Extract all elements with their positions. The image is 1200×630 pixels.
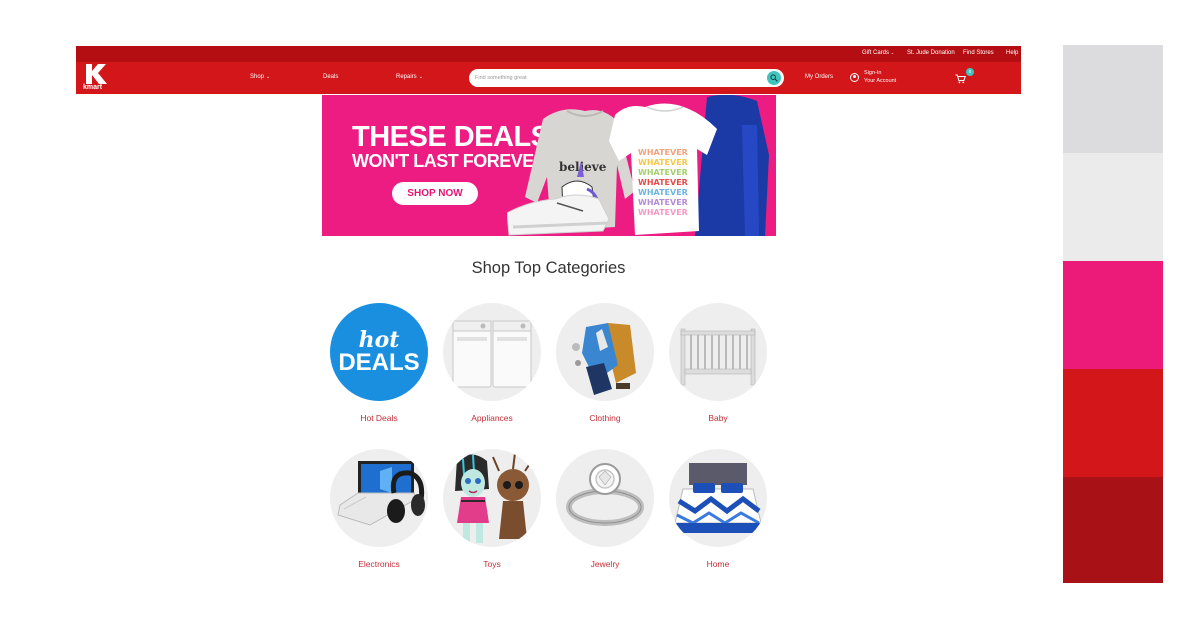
hero-apparel-image: believe WHATEVER WHATEVER WHATEVER WHATE… <box>507 95 769 236</box>
utility-bar: Gift Cards ⌄ St. Jude Donation Find Stor… <box>76 46 1021 62</box>
svg-text:WHATEVER: WHATEVER <box>638 148 688 157</box>
palette-swatch-2 <box>1063 153 1163 261</box>
palette-swatch-5 <box>1063 477 1163 583</box>
category-jewelry[interactable]: Jewelry <box>555 449 655 579</box>
category-toys[interactable]: Toys <box>442 449 542 579</box>
nav-repairs[interactable]: Repairs ⌄ <box>396 74 423 80</box>
st-jude-link[interactable]: St. Jude Donation <box>907 50 955 56</box>
search-bar <box>469 69 784 87</box>
crib-icon <box>669 303 767 401</box>
user-icon <box>850 73 859 82</box>
account-link[interactable]: Sign-In Your Account <box>850 69 910 89</box>
category-clothing[interactable]: Clothing <box>555 303 655 433</box>
ring-icon <box>556 449 654 547</box>
main-header: kmart Shop⌄ Deals Repairs⌄ My Orders Sig… <box>76 62 1021 94</box>
category-label: Electronics <box>358 559 400 569</box>
category-appliances[interactable]: Appliances <box>442 303 542 433</box>
bedding-icon <box>669 449 767 547</box>
washer-dryer-icon <box>443 303 541 401</box>
nav-shop[interactable]: Shop ⌄ <box>250 74 270 80</box>
palette-swatch-3 <box>1063 261 1163 369</box>
category-label: Appliances <box>471 413 513 423</box>
cart-count-badge: 0 <box>966 68 974 76</box>
logo-wordmark: kmart <box>83 84 103 91</box>
search-button[interactable] <box>767 71 781 85</box>
svg-text:WHATEVER: WHATEVER <box>638 168 688 177</box>
category-hot-deals[interactable]: hot DEALS Hot Deals <box>329 303 429 433</box>
toys-icon <box>443 449 541 547</box>
nav-deals[interactable]: Deals <box>323 74 338 80</box>
cart-icon <box>955 74 966 84</box>
svg-text:WHATEVER: WHATEVER <box>638 158 688 167</box>
search-icon <box>770 74 778 82</box>
shop-now-button[interactable]: SHOP NOW <box>392 182 478 205</box>
your-account-label: Your Account <box>864 78 897 84</box>
deals-text: DEALS <box>338 349 420 376</box>
cart-button[interactable]: 0 <box>955 68 975 88</box>
k-logo-icon <box>86 64 107 84</box>
search-input[interactable] <box>475 72 755 84</box>
chevron-down-icon: ⌄ <box>266 74 271 80</box>
svg-text:WHATEVER: WHATEVER <box>638 208 688 217</box>
hero-banner[interactable]: THESE DEALS WON'T LAST FOREVER! SHOP NOW… <box>322 95 776 236</box>
kmart-logo[interactable]: kmart <box>81 64 109 92</box>
hot-deals-badge: hot DEALS <box>330 303 428 401</box>
kmart-homepage: Gift Cards ⌄ St. Jude Donation Find Stor… <box>76 46 1021 586</box>
category-electronics[interactable]: Electronics <box>329 449 429 579</box>
clothing-icon <box>556 303 654 401</box>
category-baby[interactable]: Baby <box>668 303 768 433</box>
stage: Gift Cards ⌄ St. Jude Donation Find Stor… <box>0 0 1200 630</box>
svg-text:WHATEVER: WHATEVER <box>638 188 688 197</box>
help-link[interactable]: Help <box>1006 50 1018 56</box>
category-label: Jewelry <box>590 559 620 569</box>
category-label: Clothing <box>589 413 621 423</box>
chevron-down-icon: ⌄ <box>418 74 423 80</box>
category-label: Toys <box>483 559 501 569</box>
shirt-text-whatever: WHATEVER <box>638 178 688 187</box>
categories-title: Shop Top Categories <box>471 259 626 277</box>
category-home[interactable]: Home <box>668 449 768 579</box>
sign-in-label: Sign-In <box>864 70 882 76</box>
gift-cards-link[interactable]: Gift Cards ⌄ <box>862 50 894 56</box>
palette-swatch-1 <box>1063 45 1163 153</box>
my-orders-link[interactable]: My Orders <box>805 74 833 80</box>
category-label: Home <box>706 559 730 569</box>
svg-text:WHATEVER: WHATEVER <box>638 198 688 207</box>
laptop-headphones-icon <box>330 449 428 547</box>
palette-swatch-4 <box>1063 369 1163 477</box>
find-stores-link[interactable]: Find Stores <box>963 50 994 56</box>
category-label: Baby <box>708 413 728 423</box>
category-label: Hot Deals <box>360 413 398 423</box>
